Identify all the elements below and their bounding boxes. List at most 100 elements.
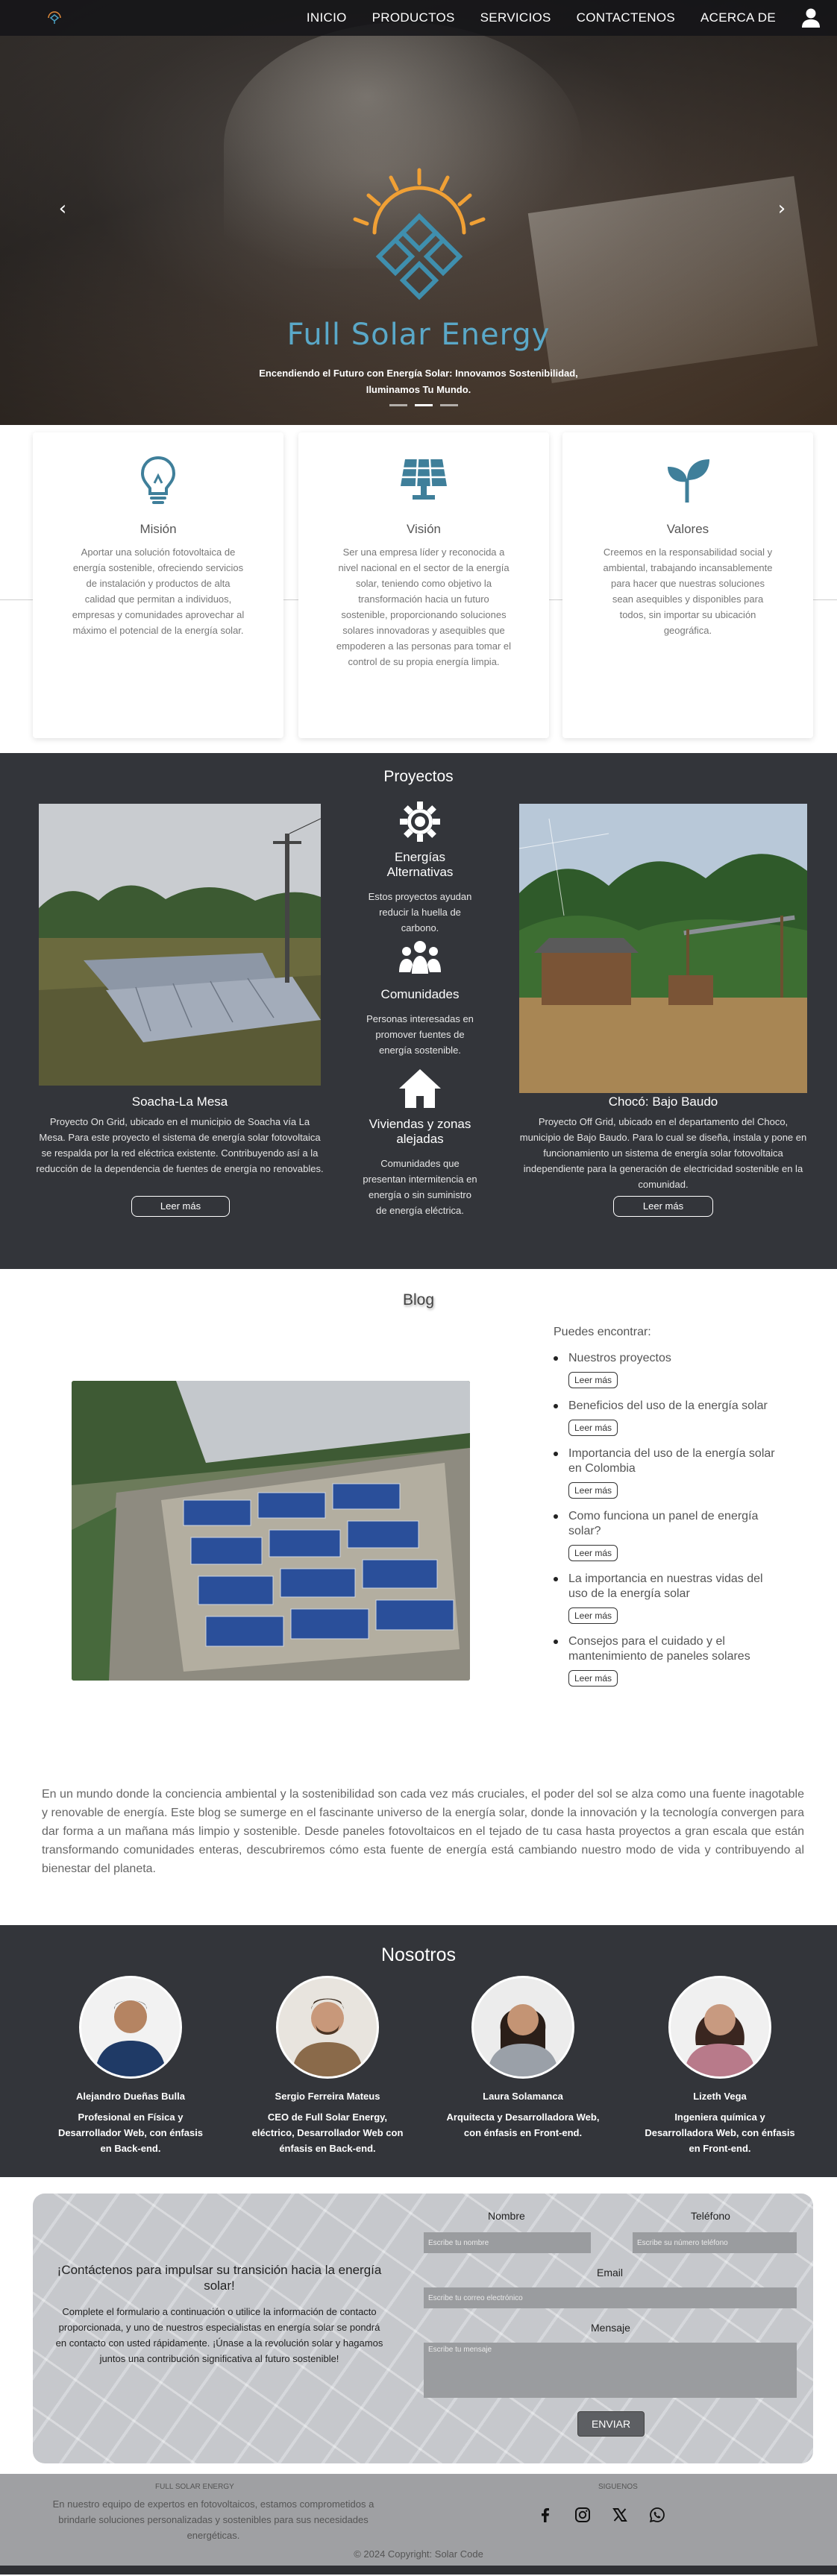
viviendas-feature: Viviendas y zonas alejadas Comunidades q…: [363, 1068, 477, 1218]
social-links: [537, 2507, 665, 2523]
mision-card: Misión Aportar una solución fotovoltaica…: [33, 432, 283, 738]
footer-description: En nuestro equipo de expertos en fotovol…: [52, 2498, 374, 2541]
mission-vision-values: Misión Aportar una solución fotovoltaica…: [0, 425, 837, 753]
member-name: Lizeth Vega: [693, 2091, 747, 2102]
member-role: Arquitecta y Desarrolladora Web, con énf…: [446, 2111, 600, 2138]
blog-topic: Como funciona un panel de energía solar?…: [554, 1509, 777, 1561]
avatar: [471, 1976, 574, 2079]
avatar: [79, 1976, 182, 2079]
sprout-icon: [668, 459, 709, 503]
footer: FULL SOLAR ENERGY En nuestro equipo de e…: [0, 2474, 837, 2566]
soacha-leer-mas-button[interactable]: Leer más: [131, 1196, 230, 1217]
blog-intro: Puedes encontrar:: [554, 1326, 651, 1338]
name-input[interactable]: [424, 2232, 591, 2253]
carousel-indicator-2[interactable]: [415, 404, 433, 406]
choco-leer-mas-button[interactable]: Leer más: [613, 1196, 713, 1217]
chevron-left-icon[interactable]: ‹: [55, 199, 70, 218]
footer-brand-title: FULL SOLAR ENERGY: [155, 2483, 234, 2491]
bullet: [554, 1452, 558, 1456]
energias-alternativas-title: Energías Alternativas: [386, 850, 454, 879]
blog-leer-mas-button[interactable]: Leer más: [568, 1607, 618, 1624]
nav-acerca-de[interactable]: ACERCA DE: [700, 10, 776, 25]
name-label: Nombre: [488, 2210, 525, 2222]
email-input[interactable]: [424, 2287, 797, 2308]
comunidades-title: Comunidades: [380, 987, 460, 1001]
valores-title: Valores: [666, 522, 709, 536]
nosotros-section: Nosotros Alejandro Dueñas Bulla Profesio…: [0, 1925, 837, 2177]
nav-inicio[interactable]: INICIO: [307, 10, 347, 25]
valores-card: Valores Creemos en la responsabilidad so…: [562, 432, 813, 738]
full-solar-energy-logo: [353, 168, 486, 300]
sun-panel-logo-icon[interactable]: [45, 9, 64, 25]
choco-project-name: Chocó: Bajo Baudo: [608, 1095, 718, 1109]
blog-topics-list: Nuestros proyectos Leer más Beneficios d…: [554, 1351, 777, 1697]
comunidades-text: Personas interesadas en promover fuentes…: [366, 1013, 474, 1056]
blog-title: Blog: [402, 1291, 435, 1309]
team-member: Laura Solamanca Arquitecta y Desarrollad…: [445, 1976, 601, 2141]
vision-card: Visión Ser una empresa líder y reconocid…: [298, 432, 549, 738]
team-member: Sergio Ferreira Mateus CEO de Full Solar…: [249, 1976, 406, 2156]
facebook-icon[interactable]: [537, 2507, 554, 2523]
nav-productos[interactable]: PRODUCTOS: [372, 10, 455, 25]
gear-sun-icon: [400, 802, 440, 842]
blog-topic-title: Consejos para el cuidado y el mantenimie…: [568, 1635, 750, 1663]
hero-carousel: ‹ › Full Solar Energy Encendiendo el Fut…: [0, 0, 837, 425]
member-name: Sergio Ferreira Mateus: [275, 2091, 380, 2102]
nav-contactenos[interactable]: CONTACTENOS: [577, 10, 675, 25]
instagram-icon[interactable]: [574, 2507, 591, 2523]
carousel-indicator-1[interactable]: [389, 404, 407, 406]
energias-alternativas-feature: Energías Alternativas Estos proyectos ay…: [363, 801, 477, 936]
phone-label: Teléfono: [691, 2210, 730, 2222]
viviendas-text: Comunidades que presentan intermitencia …: [363, 1158, 477, 1216]
team-member: Lizeth Vega Ingeniera química y Desarrol…: [642, 1976, 798, 2156]
mision-text: Aportar una solución fotovoltaica de ene…: [72, 547, 245, 636]
blog-topic: Beneficios del uso de la energía solar L…: [554, 1399, 777, 1436]
nav-servicios[interactable]: SERVICIOS: [480, 10, 551, 25]
blog-leer-mas-button[interactable]: Leer más: [568, 1545, 618, 1561]
hero-tagline: Encendiendo el Futuro con Energía Solar:…: [0, 365, 837, 398]
blog-leer-mas-button[interactable]: Leer más: [568, 1670, 618, 1687]
blog-topic: Nuestros proyectos Leer más: [554, 1351, 777, 1388]
people-group-icon: [399, 941, 441, 974]
member-role: CEO de Full Solar Energy, eléctrico, Des…: [251, 2111, 404, 2154]
navbar: INICIO PRODUCTOS SERVICIOS CONTACTENOS A…: [0, 0, 837, 36]
blog-topic-title: Como funciona un panel de energía solar?: [568, 1510, 759, 1537]
carousel-indicator-3[interactable]: [440, 404, 458, 406]
x-twitter-icon[interactable]: [612, 2507, 628, 2523]
member-role: Ingeniera química y Desarrolladora Web, …: [645, 2111, 795, 2154]
bullet: [554, 1577, 558, 1581]
bullet: [554, 1356, 558, 1361]
soacha-project-name: Soacha-La Mesa: [131, 1095, 228, 1109]
user-icon[interactable]: [801, 7, 821, 28]
phone-input[interactable]: [633, 2232, 797, 2253]
vision-text: Ser una empresa líder y reconocida a niv…: [336, 547, 512, 667]
blog-topic: La importancia en nuestras vidas del uso…: [554, 1572, 777, 1624]
carousel-indicators: [389, 404, 458, 406]
blog-leer-mas-button[interactable]: Leer más: [568, 1372, 618, 1388]
avatar: [668, 1976, 771, 2079]
blog-topic-title: Nuestros proyectos: [568, 1352, 671, 1364]
blog-topic-title: Beneficios del uso de la energía solar: [568, 1399, 768, 1412]
footer-follow-title: SIGUENOS: [598, 2483, 638, 2491]
bullet: [554, 1404, 558, 1408]
blog-leer-mas-button[interactable]: Leer más: [568, 1420, 618, 1436]
chevron-right-icon[interactable]: ›: [774, 199, 789, 218]
choco-project-desc: Proyecto Off Grid, ubicado en el departa…: [519, 1116, 807, 1190]
blog-topic-title: Importancia del uso de la energía solar …: [568, 1447, 775, 1475]
bullet: [554, 1640, 558, 1644]
hero-tagline-line-2: Iluminamos Tu Mundo.: [366, 384, 471, 395]
team-member: Alejandro Dueñas Bulla Profesional en Fí…: [52, 1976, 209, 2156]
mision-title: Misión: [140, 522, 177, 536]
contact-section: ¡Contáctenos para impulsar su transición…: [0, 2177, 837, 2474]
send-button[interactable]: ENVIAR: [577, 2411, 645, 2437]
hero-tagline-line-1: Encendiendo el Futuro con Energía Solar:…: [259, 368, 578, 379]
blog-paragraph: En un mundo donde la conciencia ambienta…: [42, 1788, 804, 1875]
blog-leer-mas-button[interactable]: Leer más: [568, 1482, 618, 1499]
proyectos-title: Proyectos: [383, 768, 454, 785]
whatsapp-icon[interactable]: [649, 2507, 665, 2523]
bottom-bar: [0, 2566, 837, 2575]
message-textarea[interactable]: [424, 2343, 797, 2398]
blog-section: Blog Puedes encontrar: Nuestros proyecto…: [0, 1269, 837, 1925]
member-name: Laura Solamanca: [483, 2091, 563, 2102]
contact-text: Complete el formulario a continuación o …: [55, 2306, 383, 2364]
